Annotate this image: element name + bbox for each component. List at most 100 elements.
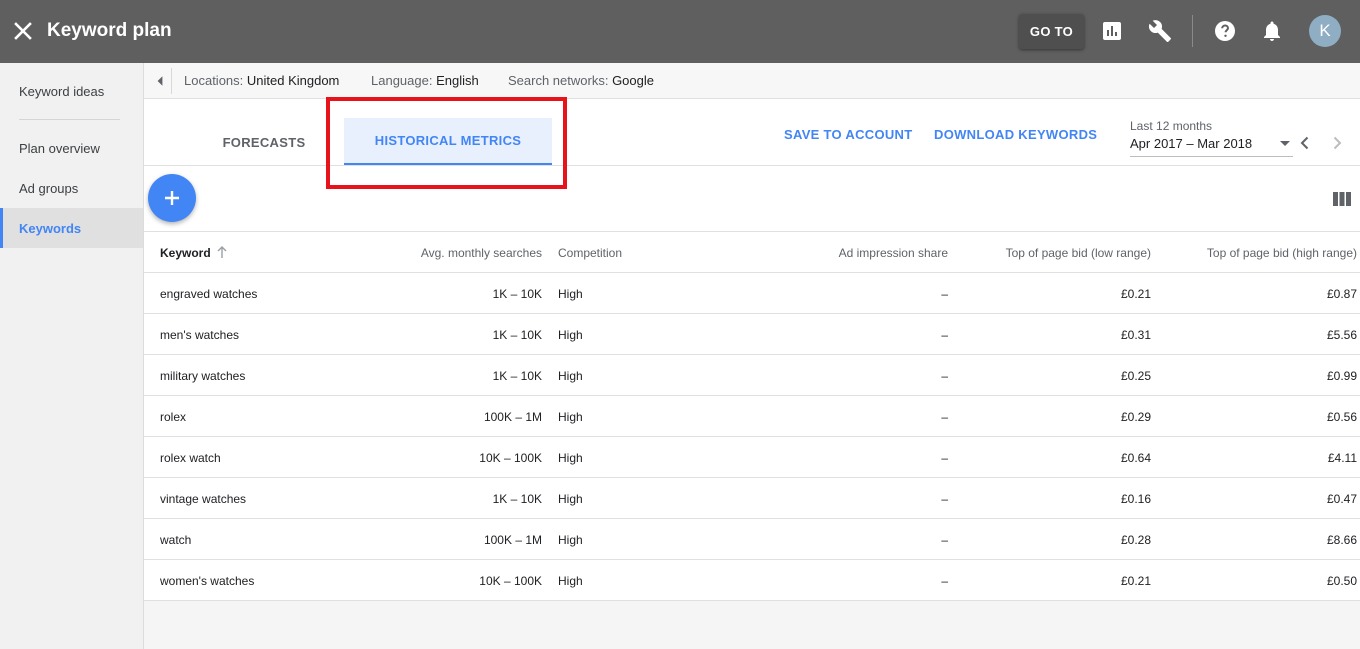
bid-high-cell: £0.56 xyxy=(1326,410,1357,424)
search-networks-filter[interactable]: Search networks: Google xyxy=(508,73,654,88)
dropdown-arrow-icon xyxy=(1280,141,1290,146)
date-range-caption: Last 12 months xyxy=(1130,119,1213,133)
keyword-cell: vintage watches xyxy=(160,492,247,506)
chevron-right-icon[interactable] xyxy=(1329,135,1345,151)
language-filter[interactable]: Language: English xyxy=(371,73,479,88)
avg-searches-cell: 1K – 10K xyxy=(492,287,542,301)
bid-low-cell: £0.31 xyxy=(1120,328,1151,342)
sidebar-item-ad-groups[interactable]: Ad groups xyxy=(0,168,143,208)
toolbar-divider xyxy=(1192,15,1193,47)
table-row[interactable]: vintage watches 1K – 10K High – £0.16 £0… xyxy=(144,478,1360,519)
sidebar-divider xyxy=(19,119,120,120)
competition-cell: High xyxy=(558,287,583,301)
avg-searches-cell: 100K – 1M xyxy=(483,410,542,424)
table-footer-area xyxy=(144,601,1360,649)
competition-cell: High xyxy=(558,574,583,588)
avg-searches-cell: 10K – 100K xyxy=(479,451,542,465)
bid-low-cell: £0.21 xyxy=(1120,574,1151,588)
chevron-left-icon[interactable] xyxy=(1297,135,1313,151)
ad-impression-share-cell: – xyxy=(941,410,948,424)
avg-searches-cell: 100K – 1M xyxy=(483,533,542,547)
bid-low-cell: £0.21 xyxy=(1120,287,1151,301)
ad-impression-share-cell: – xyxy=(941,492,948,506)
competition-cell: High xyxy=(558,533,583,547)
keyword-cell: men's watches xyxy=(160,328,239,342)
bid-low-cell: £0.25 xyxy=(1120,369,1151,383)
competition-cell: High xyxy=(558,410,583,424)
competition-cell: High xyxy=(558,451,583,465)
table-row[interactable]: engraved watches 1K – 10K High – £0.21 £… xyxy=(144,273,1360,314)
table-row[interactable]: rolex watch 10K – 100K High – £0.64 £4.1… xyxy=(144,437,1360,478)
avg-searches-cell: 1K – 10K xyxy=(492,492,542,506)
keyword-cell: military watches xyxy=(160,369,246,383)
language-label: Language: xyxy=(371,73,433,88)
search-networks-label: Search networks: xyxy=(508,73,609,88)
sidebar-item-keywords[interactable]: Keywords xyxy=(0,208,143,248)
bid-low-cell: £0.28 xyxy=(1120,533,1151,547)
reports-icon[interactable] xyxy=(1100,19,1124,43)
tab-forecasts[interactable]: FORECASTS xyxy=(204,118,324,166)
sidebar: Keyword ideas Plan overview Ad groups Ke… xyxy=(0,63,144,649)
competition-cell: High xyxy=(558,492,583,506)
collapse-sidebar-icon[interactable] xyxy=(150,68,172,94)
table-row[interactable]: men's watches 1K – 10K High – £0.31 £5.5… xyxy=(144,314,1360,355)
help-icon[interactable] xyxy=(1213,19,1237,43)
download-keywords-button[interactable]: DOWNLOAD KEYWORDS xyxy=(934,127,1097,142)
date-range-value: Apr 2017 – Mar 2018 xyxy=(1130,136,1253,151)
bid-high-cell: £0.47 xyxy=(1326,492,1357,506)
wrench-icon[interactable] xyxy=(1148,19,1172,43)
keyword-cell: women's watches xyxy=(160,574,255,588)
locations-value: United Kingdom xyxy=(246,73,340,88)
table-row[interactable]: watch 100K – 1M High – £0.28 £8.66 xyxy=(144,519,1360,560)
columns-icon[interactable] xyxy=(1333,192,1351,206)
table-row[interactable]: rolex 100K – 1M High – £0.29 £0.56 xyxy=(144,396,1360,437)
keywords-table: Keyword Avg. monthly searches Competitio… xyxy=(144,231,1360,601)
avg-searches-cell: 1K – 10K xyxy=(492,369,542,383)
competition-cell: High xyxy=(558,369,583,383)
table-row[interactable]: military watches 1K – 10K High – £0.25 £… xyxy=(144,355,1360,396)
sidebar-item-keyword-ideas[interactable]: Keyword ideas xyxy=(0,71,143,111)
ad-impression-share-cell: – xyxy=(941,328,948,342)
locations-label: Locations: xyxy=(184,73,244,88)
ad-impression-share-cell: – xyxy=(941,369,948,383)
page-title: Keyword plan xyxy=(47,20,172,41)
save-to-account-button[interactable]: SAVE TO ACCOUNT xyxy=(784,127,913,142)
date-range-select[interactable]: Apr 2017 – Mar 2018 xyxy=(1130,135,1293,157)
bid-low-cell: £0.64 xyxy=(1120,451,1151,465)
column-header-avg-monthly-searches[interactable]: Avg. monthly searches xyxy=(421,246,542,260)
keyword-cell: engraved watches xyxy=(160,287,258,301)
bid-low-cell: £0.29 xyxy=(1120,410,1151,424)
highlight-annotation-box xyxy=(326,97,567,189)
ad-impression-share-cell: – xyxy=(941,574,948,588)
sort-ascending-icon[interactable] xyxy=(216,245,228,259)
top-app-bar: Keyword plan GO TO K xyxy=(0,0,1360,63)
ad-impression-share-cell: – xyxy=(941,451,948,465)
search-networks-value: Google xyxy=(612,73,654,88)
bell-icon[interactable] xyxy=(1260,19,1284,43)
avg-searches-cell: 10K – 100K xyxy=(479,574,542,588)
column-header-keyword[interactable]: Keyword xyxy=(160,246,211,260)
go-to-button[interactable]: GO TO xyxy=(1019,14,1084,49)
table-row[interactable]: women's watches 10K – 100K High – £0.21 … xyxy=(144,560,1360,601)
add-keyword-button[interactable] xyxy=(148,174,196,222)
filter-bar: Locations: United Kingdom Language: Engl… xyxy=(144,63,1360,99)
table-header: Keyword Avg. monthly searches Competitio… xyxy=(144,231,1360,273)
column-header-competition[interactable]: Competition xyxy=(558,246,622,260)
keyword-cell: rolex xyxy=(160,410,187,424)
column-header-ad-impression-share[interactable]: Ad impression share xyxy=(839,246,948,260)
column-header-top-bid-low[interactable]: Top of page bid (low range) xyxy=(1006,246,1151,260)
ad-impression-share-cell: – xyxy=(941,533,948,547)
locations-filter[interactable]: Locations: United Kingdom xyxy=(184,73,339,88)
avatar[interactable]: K xyxy=(1309,15,1341,47)
bid-high-cell: £5.56 xyxy=(1326,328,1357,342)
ad-impression-share-cell: – xyxy=(941,287,948,301)
close-icon[interactable] xyxy=(13,21,33,41)
column-header-top-bid-high[interactable]: Top of page bid (high range) xyxy=(1207,246,1357,260)
keyword-cell: watch xyxy=(160,533,192,547)
bid-low-cell: £0.16 xyxy=(1120,492,1151,506)
sidebar-item-plan-overview[interactable]: Plan overview xyxy=(0,128,143,168)
keyword-cell: rolex watch xyxy=(160,451,221,465)
bid-high-cell: £0.99 xyxy=(1326,369,1357,383)
competition-cell: High xyxy=(558,328,583,342)
bid-high-cell: £4.11 xyxy=(1327,451,1357,465)
